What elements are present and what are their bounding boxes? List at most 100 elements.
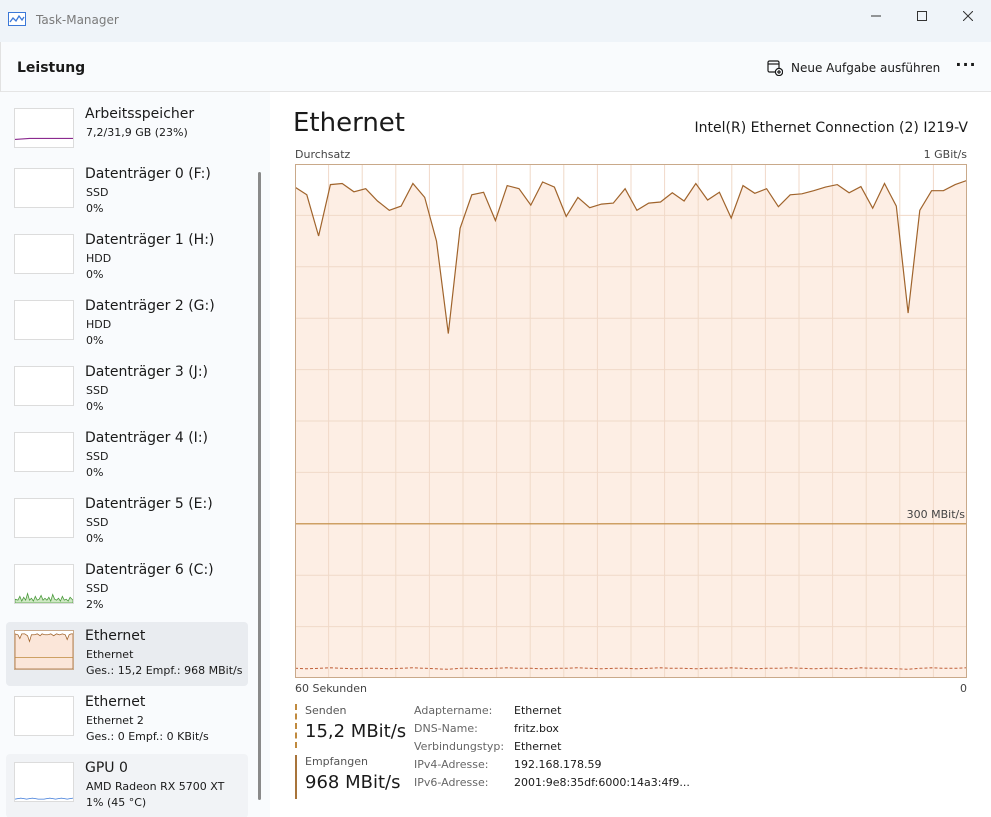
run-new-task-label: Neue Aufgabe ausführen	[791, 61, 941, 75]
minimize-button[interactable]	[853, 0, 899, 32]
sidebar-item-usage: 0%	[86, 334, 104, 347]
sidebar-item-disk-5[interactable]: Datenträger 5 (E:) SSD 0%	[6, 490, 248, 554]
property-key: Verbindungstyp:	[414, 740, 505, 753]
disk-thumbnail-graph	[14, 168, 74, 208]
sidebar-item-title: Datenträger 2 (G:)	[85, 298, 215, 314]
property-row: Verbindungstyp: Ethernet	[414, 740, 714, 758]
property-value: Ethernet	[514, 704, 562, 717]
sidebar-item-type: SSD	[86, 516, 109, 529]
sidebar-scrollbar[interactable]	[258, 172, 261, 800]
window-title: Task-Manager	[36, 13, 119, 27]
title-bar: Task-Manager	[0, 0, 991, 42]
sidebar-item-ethernet[interactable]: Ethernet Ethernet Ges.: 15,2 Empf.: 968 …	[6, 622, 248, 686]
receive-label: Empfangen	[305, 755, 368, 768]
minimize-icon	[871, 15, 881, 17]
sidebar-item-title: Datenträger 3 (J:)	[85, 364, 208, 380]
property-value: fritz.box	[514, 722, 559, 735]
sidebar-item-disk-4[interactable]: Datenträger 4 (I:) SSD 0%	[6, 424, 248, 488]
sidebar-item-type: HDD	[86, 252, 112, 265]
task-manager-icon	[8, 12, 26, 26]
ethernet-detail-panel: Ethernet Intel(R) Ethernet Connection (2…	[270, 92, 991, 817]
sidebar-item-usage: 0%	[86, 400, 104, 413]
time-span-label: 60 Sekunden	[295, 682, 367, 695]
sidebar-item-model: AMD Radeon RX 5700 XT	[86, 780, 225, 793]
send-value: 15,2 MBit/s	[305, 721, 407, 742]
property-row: IPv6-Adresse: 2001:9e8:35df:6000:14a3:4f…	[414, 776, 714, 794]
sidebar-item-disk-0[interactable]: Datenträger 0 (F:) SSD 0%	[6, 160, 248, 224]
receive-value: 968 MBit/s	[305, 772, 401, 793]
sidebar-item-memory[interactable]: Arbeitsspeicher 7,2/31,9 GB (23%)	[6, 100, 248, 164]
sidebar-item-title: Arbeitsspeicher	[85, 106, 195, 122]
min-scale-label: 0	[960, 682, 967, 695]
sidebar-item-usage: 0%	[86, 466, 104, 479]
adapter-description: Intel(R) Ethernet Connection (2) I219-V	[694, 120, 968, 136]
gpu-thumbnail-graph	[14, 762, 74, 802]
ethernet-thumbnail-graph	[14, 696, 74, 736]
disk-thumbnail-graph	[14, 564, 74, 604]
receive-stat: Empfangen 968 MBit/s	[295, 755, 405, 799]
maximize-button[interactable]	[899, 0, 945, 32]
property-key: DNS-Name:	[414, 722, 478, 735]
sidebar-item-ethernet-2[interactable]: Ethernet Ethernet 2 Ges.: 0 Empf.: 0 KBi…	[6, 688, 248, 752]
sidebar-item-throughput: Ges.: 15,2 Empf.: 968 MBit/s	[86, 664, 243, 677]
mid-scale-label: 300 MBit/s	[906, 508, 965, 521]
sidebar-item-disk-6[interactable]: Datenträger 6 (C:) SSD 2%	[6, 556, 248, 620]
page-heading: Leistung	[17, 60, 86, 76]
sidebar-item-title: GPU 0	[85, 760, 128, 776]
disk-thumbnail-graph	[14, 432, 74, 472]
disk-thumbnail-graph	[14, 234, 74, 274]
sidebar-item-title: Ethernet	[85, 694, 146, 710]
max-scale-label: 1 GBit/s	[923, 148, 967, 161]
sidebar-item-title: Ethernet	[85, 628, 146, 644]
maximize-icon	[917, 11, 927, 21]
run-new-task-button[interactable]: Neue Aufgabe ausführen	[767, 57, 940, 79]
sidebar-item-title: Datenträger 1 (H:)	[85, 232, 215, 248]
property-value: 192.168.178.59	[514, 758, 602, 771]
property-key: IPv6-Adresse:	[414, 776, 489, 789]
sidebar-item-usage: 2%	[86, 598, 104, 611]
disk-thumbnail-graph	[14, 498, 74, 538]
sidebar-item-title: Datenträger 4 (I:)	[85, 430, 208, 446]
sidebar-item-disk-3[interactable]: Datenträger 3 (J:) SSD 0%	[6, 358, 248, 422]
sidebar-item-usage: 0%	[86, 268, 104, 281]
sidebar-item-usage: 1% (45 °C)	[86, 796, 147, 809]
sidebar-item-throughput: Ges.: 0 Empf.: 0 KBit/s	[86, 730, 209, 743]
sidebar-item-type: HDD	[86, 318, 112, 331]
throughput-label: Durchsatz	[295, 148, 351, 161]
sidebar-item-disk-1[interactable]: Datenträger 1 (H:) HDD 0%	[6, 226, 248, 290]
send-label: Senden	[305, 704, 347, 717]
performance-sidebar: Arbeitsspeicher 7,2/31,9 GB (23%) Datent…	[0, 92, 270, 817]
send-stat: Senden 15,2 MBit/s	[295, 704, 407, 748]
property-value: 2001:9e8:35df:6000:14a3:4f9...	[514, 776, 690, 789]
sidebar-item-type: SSD	[86, 582, 109, 595]
sidebar-item-detail: 7,2/31,9 GB (23%)	[86, 126, 188, 139]
disk-thumbnail-graph	[14, 366, 74, 406]
property-key: Adaptername:	[414, 704, 493, 717]
throughput-graph	[295, 164, 967, 678]
sidebar-item-type: SSD	[86, 450, 109, 463]
close-button[interactable]	[945, 0, 991, 32]
sidebar-item-gpu-0[interactable]: GPU 0 AMD Radeon RX 5700 XT 1% (45 °C)	[6, 754, 248, 817]
sidebar-item-usage: 0%	[86, 532, 104, 545]
detail-title: Ethernet	[293, 108, 405, 138]
sidebar-item-disk-2[interactable]: Datenträger 2 (G:) HDD 0%	[6, 292, 248, 356]
ethernet-thumbnail-graph	[14, 630, 74, 670]
property-row: DNS-Name: fritz.box	[414, 722, 714, 740]
disk-thumbnail-graph	[14, 300, 74, 340]
more-options-button[interactable]: ···	[953, 56, 979, 78]
property-row: IPv4-Adresse: 192.168.178.59	[414, 758, 714, 776]
memory-thumbnail-graph	[14, 108, 74, 148]
property-key: IPv4-Adresse:	[414, 758, 489, 771]
property-value: Ethernet	[514, 740, 562, 753]
sidebar-item-adapter: Ethernet	[86, 648, 134, 661]
sidebar-item-type: SSD	[86, 384, 109, 397]
sidebar-item-adapter: Ethernet 2	[86, 714, 144, 727]
sidebar-item-title: Datenträger 6 (C:)	[85, 562, 214, 578]
sidebar-item-title: Datenträger 0 (F:)	[85, 166, 211, 182]
sidebar-item-type: SSD	[86, 186, 109, 199]
property-row: Adaptername: Ethernet	[414, 704, 714, 722]
sidebar-item-title: Datenträger 5 (E:)	[85, 496, 213, 512]
page-header: Leistung Neue Aufgabe ausführen ···	[0, 42, 991, 92]
new-task-icon	[767, 60, 783, 76]
sidebar-item-usage: 0%	[86, 202, 104, 215]
